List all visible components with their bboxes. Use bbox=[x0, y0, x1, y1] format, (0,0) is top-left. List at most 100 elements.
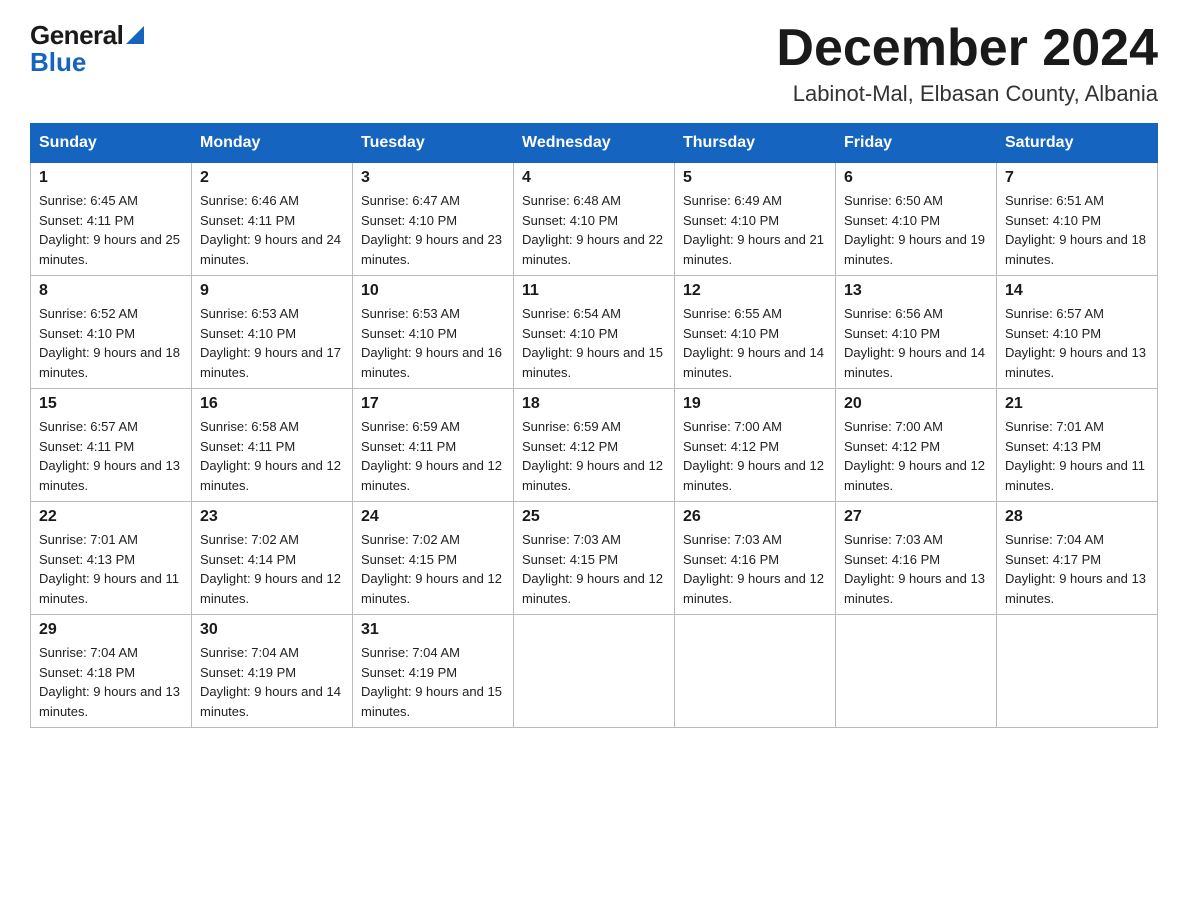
calendar-header-row: SundayMondayTuesdayWednesdayThursdayFrid… bbox=[31, 124, 1158, 163]
calendar-cell: 1 Sunrise: 6:45 AM Sunset: 4:11 PM Dayli… bbox=[31, 163, 192, 276]
calendar-week-row: 1 Sunrise: 6:45 AM Sunset: 4:11 PM Dayli… bbox=[31, 163, 1158, 276]
logo: General Blue bbox=[30, 20, 144, 78]
day-info: Sunrise: 6:52 AM Sunset: 4:10 PM Dayligh… bbox=[39, 304, 183, 382]
day-info: Sunrise: 6:49 AM Sunset: 4:10 PM Dayligh… bbox=[683, 191, 827, 269]
day-number: 24 bbox=[361, 508, 505, 526]
day-info: Sunrise: 6:45 AM Sunset: 4:11 PM Dayligh… bbox=[39, 191, 183, 269]
day-number: 22 bbox=[39, 508, 183, 526]
calendar-cell: 25 Sunrise: 7:03 AM Sunset: 4:15 PM Dayl… bbox=[514, 502, 675, 615]
calendar-cell: 28 Sunrise: 7:04 AM Sunset: 4:17 PM Dayl… bbox=[997, 502, 1158, 615]
location-title: Labinot-Mal, Elbasan County, Albania bbox=[776, 81, 1158, 107]
day-number: 8 bbox=[39, 282, 183, 300]
day-info: Sunrise: 7:03 AM Sunset: 4:15 PM Dayligh… bbox=[522, 530, 666, 608]
calendar-week-row: 29 Sunrise: 7:04 AM Sunset: 4:18 PM Dayl… bbox=[31, 615, 1158, 728]
calendar-week-row: 22 Sunrise: 7:01 AM Sunset: 4:13 PM Dayl… bbox=[31, 502, 1158, 615]
day-info: Sunrise: 6:57 AM Sunset: 4:11 PM Dayligh… bbox=[39, 417, 183, 495]
day-number: 27 bbox=[844, 508, 988, 526]
day-info: Sunrise: 6:57 AM Sunset: 4:10 PM Dayligh… bbox=[1005, 304, 1149, 382]
day-number: 18 bbox=[522, 395, 666, 413]
day-info: Sunrise: 6:54 AM Sunset: 4:10 PM Dayligh… bbox=[522, 304, 666, 382]
day-info: Sunrise: 7:04 AM Sunset: 4:19 PM Dayligh… bbox=[200, 643, 344, 721]
calendar-cell: 7 Sunrise: 6:51 AM Sunset: 4:10 PM Dayli… bbox=[997, 163, 1158, 276]
day-number: 10 bbox=[361, 282, 505, 300]
day-info: Sunrise: 6:55 AM Sunset: 4:10 PM Dayligh… bbox=[683, 304, 827, 382]
day-info: Sunrise: 7:02 AM Sunset: 4:15 PM Dayligh… bbox=[361, 530, 505, 608]
day-number: 16 bbox=[200, 395, 344, 413]
day-number: 11 bbox=[522, 282, 666, 300]
day-info: Sunrise: 6:59 AM Sunset: 4:11 PM Dayligh… bbox=[361, 417, 505, 495]
day-info: Sunrise: 7:03 AM Sunset: 4:16 PM Dayligh… bbox=[683, 530, 827, 608]
calendar-cell: 23 Sunrise: 7:02 AM Sunset: 4:14 PM Dayl… bbox=[192, 502, 353, 615]
day-info: Sunrise: 7:03 AM Sunset: 4:16 PM Dayligh… bbox=[844, 530, 988, 608]
day-number: 15 bbox=[39, 395, 183, 413]
day-number: 2 bbox=[200, 169, 344, 187]
day-number: 19 bbox=[683, 395, 827, 413]
calendar-cell: 26 Sunrise: 7:03 AM Sunset: 4:16 PM Dayl… bbox=[675, 502, 836, 615]
calendar-table: SundayMondayTuesdayWednesdayThursdayFrid… bbox=[30, 123, 1158, 728]
calendar-cell: 3 Sunrise: 6:47 AM Sunset: 4:10 PM Dayli… bbox=[353, 163, 514, 276]
column-header-tuesday: Tuesday bbox=[353, 124, 514, 163]
day-info: Sunrise: 6:46 AM Sunset: 4:11 PM Dayligh… bbox=[200, 191, 344, 269]
day-info: Sunrise: 6:53 AM Sunset: 4:10 PM Dayligh… bbox=[200, 304, 344, 382]
day-number: 23 bbox=[200, 508, 344, 526]
calendar-cell bbox=[514, 615, 675, 728]
day-number: 6 bbox=[844, 169, 988, 187]
calendar-cell: 4 Sunrise: 6:48 AM Sunset: 4:10 PM Dayli… bbox=[514, 163, 675, 276]
calendar-cell: 10 Sunrise: 6:53 AM Sunset: 4:10 PM Dayl… bbox=[353, 276, 514, 389]
day-number: 12 bbox=[683, 282, 827, 300]
day-number: 9 bbox=[200, 282, 344, 300]
logo-blue-text: Blue bbox=[30, 47, 144, 78]
calendar-cell bbox=[836, 615, 997, 728]
day-number: 5 bbox=[683, 169, 827, 187]
calendar-cell bbox=[675, 615, 836, 728]
calendar-cell: 21 Sunrise: 7:01 AM Sunset: 4:13 PM Dayl… bbox=[997, 389, 1158, 502]
day-info: Sunrise: 7:04 AM Sunset: 4:17 PM Dayligh… bbox=[1005, 530, 1149, 608]
calendar-cell: 27 Sunrise: 7:03 AM Sunset: 4:16 PM Dayl… bbox=[836, 502, 997, 615]
logo-triangle-icon bbox=[126, 26, 144, 44]
calendar-cell: 30 Sunrise: 7:04 AM Sunset: 4:19 PM Dayl… bbox=[192, 615, 353, 728]
calendar-cell: 12 Sunrise: 6:55 AM Sunset: 4:10 PM Dayl… bbox=[675, 276, 836, 389]
day-info: Sunrise: 7:04 AM Sunset: 4:19 PM Dayligh… bbox=[361, 643, 505, 721]
day-info: Sunrise: 7:04 AM Sunset: 4:18 PM Dayligh… bbox=[39, 643, 183, 721]
calendar-cell: 11 Sunrise: 6:54 AM Sunset: 4:10 PM Dayl… bbox=[514, 276, 675, 389]
day-number: 31 bbox=[361, 621, 505, 639]
calendar-cell: 15 Sunrise: 6:57 AM Sunset: 4:11 PM Dayl… bbox=[31, 389, 192, 502]
day-info: Sunrise: 6:50 AM Sunset: 4:10 PM Dayligh… bbox=[844, 191, 988, 269]
day-number: 26 bbox=[683, 508, 827, 526]
day-number: 7 bbox=[1005, 169, 1149, 187]
column-header-thursday: Thursday bbox=[675, 124, 836, 163]
calendar-cell: 17 Sunrise: 6:59 AM Sunset: 4:11 PM Dayl… bbox=[353, 389, 514, 502]
day-number: 4 bbox=[522, 169, 666, 187]
calendar-cell: 5 Sunrise: 6:49 AM Sunset: 4:10 PM Dayli… bbox=[675, 163, 836, 276]
day-info: Sunrise: 7:00 AM Sunset: 4:12 PM Dayligh… bbox=[683, 417, 827, 495]
day-info: Sunrise: 7:01 AM Sunset: 4:13 PM Dayligh… bbox=[39, 530, 183, 608]
day-number: 28 bbox=[1005, 508, 1149, 526]
column-header-monday: Monday bbox=[192, 124, 353, 163]
calendar-cell: 13 Sunrise: 6:56 AM Sunset: 4:10 PM Dayl… bbox=[836, 276, 997, 389]
day-info: Sunrise: 6:58 AM Sunset: 4:11 PM Dayligh… bbox=[200, 417, 344, 495]
day-info: Sunrise: 6:53 AM Sunset: 4:10 PM Dayligh… bbox=[361, 304, 505, 382]
day-number: 20 bbox=[844, 395, 988, 413]
day-info: Sunrise: 6:56 AM Sunset: 4:10 PM Dayligh… bbox=[844, 304, 988, 382]
calendar-cell: 16 Sunrise: 6:58 AM Sunset: 4:11 PM Dayl… bbox=[192, 389, 353, 502]
column-header-sunday: Sunday bbox=[31, 124, 192, 163]
day-info: Sunrise: 7:02 AM Sunset: 4:14 PM Dayligh… bbox=[200, 530, 344, 608]
day-info: Sunrise: 6:47 AM Sunset: 4:10 PM Dayligh… bbox=[361, 191, 505, 269]
calendar-cell: 24 Sunrise: 7:02 AM Sunset: 4:15 PM Dayl… bbox=[353, 502, 514, 615]
column-header-friday: Friday bbox=[836, 124, 997, 163]
calendar-cell: 2 Sunrise: 6:46 AM Sunset: 4:11 PM Dayli… bbox=[192, 163, 353, 276]
calendar-cell bbox=[997, 615, 1158, 728]
calendar-cell: 29 Sunrise: 7:04 AM Sunset: 4:18 PM Dayl… bbox=[31, 615, 192, 728]
day-number: 30 bbox=[200, 621, 344, 639]
calendar-cell: 18 Sunrise: 6:59 AM Sunset: 4:12 PM Dayl… bbox=[514, 389, 675, 502]
page-header: General Blue December 2024 Labinot-Mal, … bbox=[30, 20, 1158, 107]
calendar-week-row: 15 Sunrise: 6:57 AM Sunset: 4:11 PM Dayl… bbox=[31, 389, 1158, 502]
calendar-cell: 8 Sunrise: 6:52 AM Sunset: 4:10 PM Dayli… bbox=[31, 276, 192, 389]
day-number: 14 bbox=[1005, 282, 1149, 300]
day-info: Sunrise: 6:51 AM Sunset: 4:10 PM Dayligh… bbox=[1005, 191, 1149, 269]
day-number: 17 bbox=[361, 395, 505, 413]
day-number: 3 bbox=[361, 169, 505, 187]
calendar-cell: 19 Sunrise: 7:00 AM Sunset: 4:12 PM Dayl… bbox=[675, 389, 836, 502]
calendar-cell: 9 Sunrise: 6:53 AM Sunset: 4:10 PM Dayli… bbox=[192, 276, 353, 389]
day-number: 21 bbox=[1005, 395, 1149, 413]
